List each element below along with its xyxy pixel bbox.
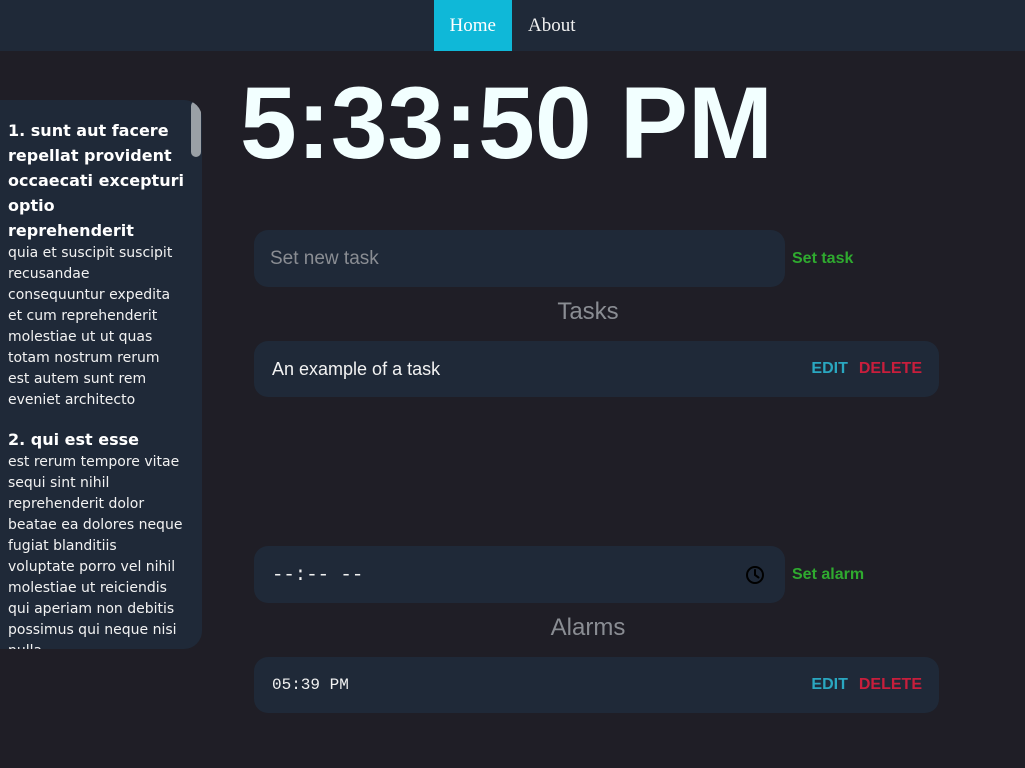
alarm-time-text: 05:39 PM xyxy=(272,676,349,694)
post-body: est rerum tempore vitae sequi sint nihil… xyxy=(8,454,183,649)
tasks-heading: Tasks xyxy=(557,298,619,325)
edit-task-button[interactable]: EDIT xyxy=(811,360,847,378)
digital-clock: 5:33:50 PM xyxy=(240,66,773,180)
posts-sidebar[interactable]: 1. sunt aut facere repellat provident oc… xyxy=(0,100,202,649)
task-item: An example of a task EDIT DELETE xyxy=(254,341,939,397)
delete-task-button[interactable]: DELETE xyxy=(859,360,922,378)
set-alarm-button[interactable]: Set alarm xyxy=(792,566,864,584)
sidebar-scrollbar[interactable] xyxy=(191,101,201,157)
post-title: 1. sunt aut facere repellat provident oc… xyxy=(8,121,184,240)
alarm-item: 05:39 PM EDIT DELETE xyxy=(254,657,939,713)
nav-about-link[interactable]: About xyxy=(512,0,592,51)
alarm-time-value: --:-- -- xyxy=(272,563,364,586)
post-item: 2. qui est esse est rerum tempore vitae … xyxy=(8,427,184,649)
delete-alarm-button[interactable]: DELETE xyxy=(859,676,922,694)
post-body: quia et suscipit suscipit recusandae con… xyxy=(8,245,173,408)
task-input[interactable] xyxy=(254,230,785,287)
alarm-input-row: --:-- -- Set alarm xyxy=(254,546,864,603)
set-task-button[interactable]: Set task xyxy=(792,250,853,268)
clock-icon[interactable] xyxy=(745,565,765,585)
post-item: 1. sunt aut facere repellat provident oc… xyxy=(8,118,184,411)
post-title: 2. qui est esse xyxy=(8,430,140,449)
alarms-heading: Alarms xyxy=(550,614,626,641)
task-input-row: Set task xyxy=(254,230,853,287)
task-text: An example of a task xyxy=(272,358,441,379)
edit-alarm-button[interactable]: EDIT xyxy=(811,676,847,694)
nav-home-link[interactable]: Home xyxy=(433,0,512,51)
alarm-time-input[interactable]: --:-- -- xyxy=(254,546,785,603)
navbar: Home About xyxy=(0,0,1025,51)
